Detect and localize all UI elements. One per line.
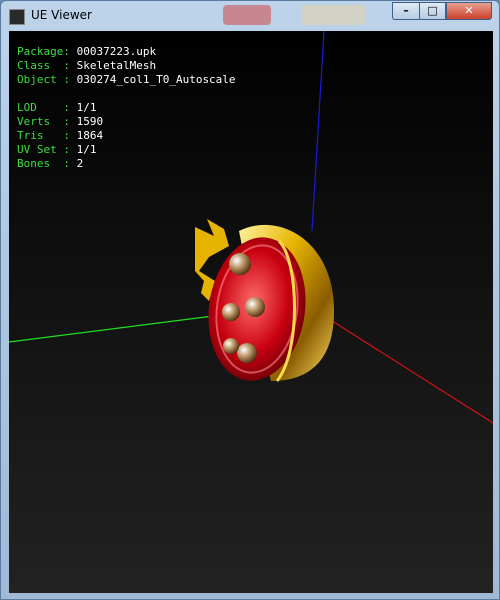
package-value: 00037223.upk <box>76 45 157 58</box>
title-bar[interactable]: UE Viewer – □ ✕ <box>1 1 499 31</box>
uv-set-value: 1/1 <box>76 143 97 156</box>
bones-row: Bones : 2 <box>17 157 236 171</box>
tris-value: 1864 <box>76 129 104 142</box>
tris-label: Tris : <box>17 129 70 142</box>
window-title: UE Viewer <box>31 8 92 22</box>
close-button[interactable]: ✕ <box>446 2 492 20</box>
package-label: Package: <box>17 45 70 58</box>
class-value: SkeletalMesh <box>76 59 157 72</box>
verts-row: Verts : 1590 <box>17 115 236 129</box>
lod-row: LOD : 1/1 <box>17 101 236 115</box>
bones-value: 2 <box>76 157 84 170</box>
minimize-icon: – <box>403 4 409 17</box>
axis-z-line <box>311 31 325 232</box>
axis-y-line <box>9 313 230 343</box>
verts-label: Verts : <box>17 115 70 128</box>
uv-set-label: UV Set : <box>17 143 70 156</box>
maximize-button[interactable]: □ <box>419 2 446 20</box>
tris-row: Tris : 1864 <box>17 129 236 143</box>
revolver-cylinder-model <box>195 219 334 382</box>
app-window: UE Viewer – □ ✕ Package: 00037223.upk Cl… <box>0 0 500 600</box>
maximize-icon: □ <box>427 4 438 17</box>
background-window-blur <box>223 5 271 25</box>
3d-viewport[interactable]: Package: 00037223.upk Class : SkeletalMe… <box>9 31 493 593</box>
lod-label: LOD : <box>17 101 70 114</box>
minimize-button[interactable]: – <box>392 2 419 20</box>
lod-value: 1/1 <box>76 101 97 114</box>
object-row: Object : 030274_col1_T0_Autoscale <box>17 73 236 87</box>
mesh-info-overlay: Package: 00037223.upk Class : SkeletalMe… <box>17 45 236 171</box>
app-icon <box>9 9 25 25</box>
uv-set-row: UV Set : 1/1 <box>17 143 236 157</box>
package-row: Package: 00037223.upk <box>17 45 236 59</box>
background-window-blur <box>301 5 365 25</box>
axis-x-line <box>328 318 493 424</box>
verts-value: 1590 <box>76 115 104 128</box>
class-row: Class : SkeletalMesh <box>17 59 236 73</box>
class-label: Class : <box>17 59 70 72</box>
object-value: 030274_col1_T0_Autoscale <box>76 73 236 86</box>
bones-label: Bones : <box>17 157 70 170</box>
close-icon: ✕ <box>464 4 474 17</box>
object-label: Object : <box>17 73 70 86</box>
